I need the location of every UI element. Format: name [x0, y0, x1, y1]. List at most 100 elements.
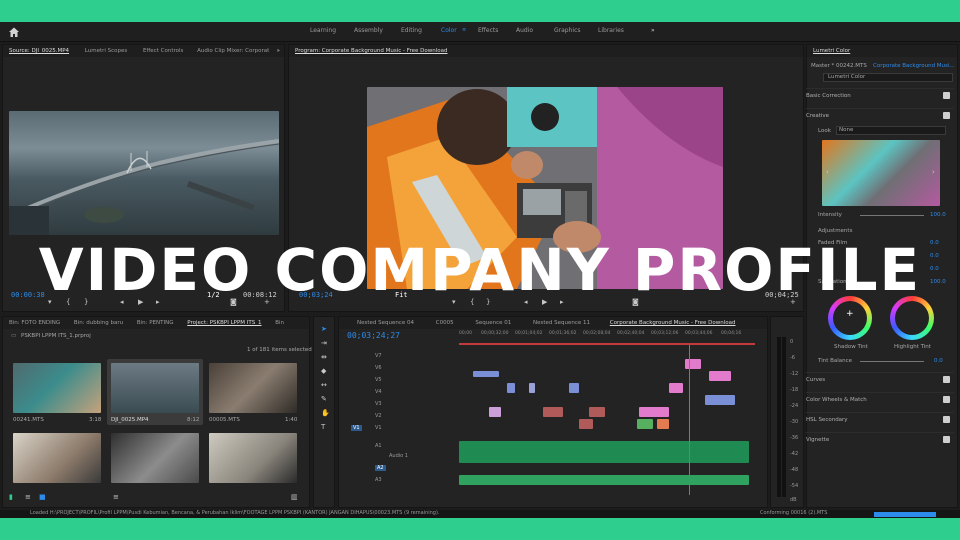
video-clip[interactable]: [529, 383, 535, 393]
trash-icon[interactable]: ▥: [291, 493, 298, 501]
tab-c0005[interactable]: C0005: [436, 320, 454, 326]
workspace-editing[interactable]: Editing: [401, 27, 422, 34]
intensity-slider[interactable]: [860, 215, 924, 216]
tab-bin-dubbing[interactable]: Bin: dubbing baru: [74, 320, 123, 326]
look-next-icon[interactable]: ›: [932, 168, 935, 176]
tab-bin[interactable]: Bin: [275, 320, 284, 326]
video-clip[interactable]: [543, 407, 563, 417]
playhead[interactable]: [689, 345, 690, 495]
look-prev-icon[interactable]: ‹: [826, 168, 829, 176]
video-clip[interactable]: [639, 407, 669, 417]
source-patch-v1[interactable]: V1: [351, 425, 362, 431]
track-header-v4[interactable]: V4: [375, 389, 382, 395]
color-wheels-row[interactable]: Color Wheels & Match: [806, 392, 954, 406]
color-wheels-checkbox[interactable]: [943, 396, 950, 403]
video-clip[interactable]: [705, 395, 735, 405]
basic-correction-row[interactable]: Basic Correction: [806, 88, 954, 102]
video-clip[interactable]: [709, 371, 731, 381]
video-clip[interactable]: [507, 383, 515, 393]
tab-lumetri-scopes[interactable]: Lumetri Scopes: [85, 48, 128, 54]
media-thumb-2[interactable]: [111, 363, 199, 413]
media-thumb-1[interactable]: [13, 363, 101, 413]
video-clip[interactable]: [657, 419, 669, 429]
list-view-icon[interactable]: ≡: [25, 493, 31, 501]
lock-icon[interactable]: ▮: [9, 493, 13, 501]
slip-icon[interactable]: ↔: [321, 381, 327, 389]
lumetri-title[interactable]: Lumetri Color: [813, 48, 850, 54]
timeline-timecode[interactable]: 00;03;24;27: [347, 331, 400, 340]
selection-tool-icon[interactable]: ➤: [321, 325, 327, 333]
track-header-v3[interactable]: V3: [375, 401, 382, 407]
razor-icon[interactable]: ◆: [321, 367, 326, 375]
tab-effect-controls[interactable]: Effect Controls: [143, 48, 183, 54]
basic-correction-checkbox[interactable]: [943, 92, 950, 99]
source-overflow-icon[interactable]: »: [277, 45, 280, 57]
look-dropdown[interactable]: None: [836, 126, 946, 135]
video-clip[interactable]: [489, 407, 501, 417]
tab-program[interactable]: Program: Corporate Background Music - Fr…: [295, 48, 448, 54]
track-header-v6[interactable]: V6: [375, 365, 382, 371]
tab-project[interactable]: Project: PSKBPI LPPM ITS_1: [187, 320, 261, 326]
workspace-assembly[interactable]: Assembly: [354, 27, 383, 34]
tint-balance-slider[interactable]: [860, 361, 924, 362]
video-clip[interactable]: [473, 371, 499, 377]
tab-source[interactable]: Source: DJI_0025.MP4: [9, 48, 69, 54]
ripple-edit-icon[interactable]: ⇹: [321, 353, 327, 361]
creative-row[interactable]: Creative: [806, 108, 954, 122]
hsl-secondary-row[interactable]: HSL Secondary: [806, 412, 954, 426]
home-icon[interactable]: [8, 26, 20, 38]
workspaces-overflow-icon[interactable]: »: [651, 27, 655, 34]
audio-clip-a3[interactable]: [459, 475, 749, 485]
video-clip[interactable]: [579, 419, 593, 429]
work-area-bar[interactable]: [459, 343, 755, 345]
lumetri-clip[interactable]: Corporate Background Musi...: [873, 63, 955, 69]
audio-clip-a1[interactable]: [459, 441, 749, 463]
creative-checkbox[interactable]: [943, 112, 950, 119]
track-header-v1[interactable]: V1: [375, 425, 382, 431]
curves-row[interactable]: Curves: [806, 372, 954, 386]
video-clip[interactable]: [685, 359, 701, 369]
video-clip[interactable]: [669, 383, 683, 393]
tab-corporate-sequence[interactable]: Corporate Background Music - Free Downlo…: [610, 320, 736, 326]
workspace-menu-icon[interactable]: ≡: [462, 27, 466, 33]
workspace-color[interactable]: Color: [441, 27, 457, 34]
tint-balance-value[interactable]: 0.0: [934, 358, 943, 364]
curves-checkbox[interactable]: [943, 376, 950, 383]
workspace-graphics[interactable]: Graphics: [554, 27, 581, 34]
tab-nested-sequence-11[interactable]: Nested Sequence 11: [533, 320, 590, 326]
hsl-secondary-checkbox[interactable]: [943, 416, 950, 423]
track-header-v5[interactable]: V5: [375, 377, 382, 383]
sort-icon[interactable]: ≡: [113, 493, 119, 501]
lumetri-effect-dropdown[interactable]: Lumetri Color: [823, 73, 953, 82]
tab-nested-sequence-04[interactable]: Nested Sequence 04: [357, 320, 414, 326]
tab-bin-foto-ending[interactable]: Bin: FOTO ENDING: [9, 320, 60, 326]
hand-icon[interactable]: ✋: [321, 409, 330, 417]
timeline-ruler[interactable]: 00;00 00;00;32;00 00;01;04;02 00;01;36;0…: [459, 331, 755, 343]
workspace-learning[interactable]: Learning: [310, 27, 336, 34]
video-clip[interactable]: [569, 383, 579, 393]
media-thumb-3[interactable]: [209, 363, 297, 413]
pen-icon[interactable]: ✎: [321, 395, 327, 403]
media-thumb-5[interactable]: [111, 433, 199, 483]
workspace-audio[interactable]: Audio: [516, 27, 533, 34]
video-clip[interactable]: [589, 407, 605, 417]
vignette-checkbox[interactable]: [943, 436, 950, 443]
type-tool-icon[interactable]: T: [321, 423, 325, 431]
tab-sequence-01[interactable]: Sequence 01: [475, 320, 511, 326]
track-header-v7[interactable]: V7: [375, 353, 382, 359]
intensity-value[interactable]: 100.0: [930, 212, 946, 218]
video-clip[interactable]: [637, 419, 653, 429]
tab-audio-clip-mixer[interactable]: Audio Clip Mixer: Corporat: [197, 48, 269, 54]
workspace-effects[interactable]: Effects: [478, 27, 498, 34]
track-select-icon[interactable]: ⇥: [321, 339, 327, 347]
vignette-row[interactable]: Vignette: [806, 432, 954, 446]
tab-bin-penting[interactable]: Bin: PENTING: [137, 320, 174, 326]
icon-view-icon[interactable]: ■: [39, 493, 46, 501]
media-thumb-4[interactable]: [13, 433, 101, 483]
media-thumb-6[interactable]: [209, 433, 297, 483]
workspace-libraries[interactable]: Libraries: [598, 27, 624, 34]
track-header-a1[interactable]: A1: [375, 443, 382, 449]
track-header-a3[interactable]: A3: [375, 477, 382, 483]
adjustments-label[interactable]: Adjustments: [818, 228, 852, 234]
track-header-v2[interactable]: V2: [375, 413, 382, 419]
